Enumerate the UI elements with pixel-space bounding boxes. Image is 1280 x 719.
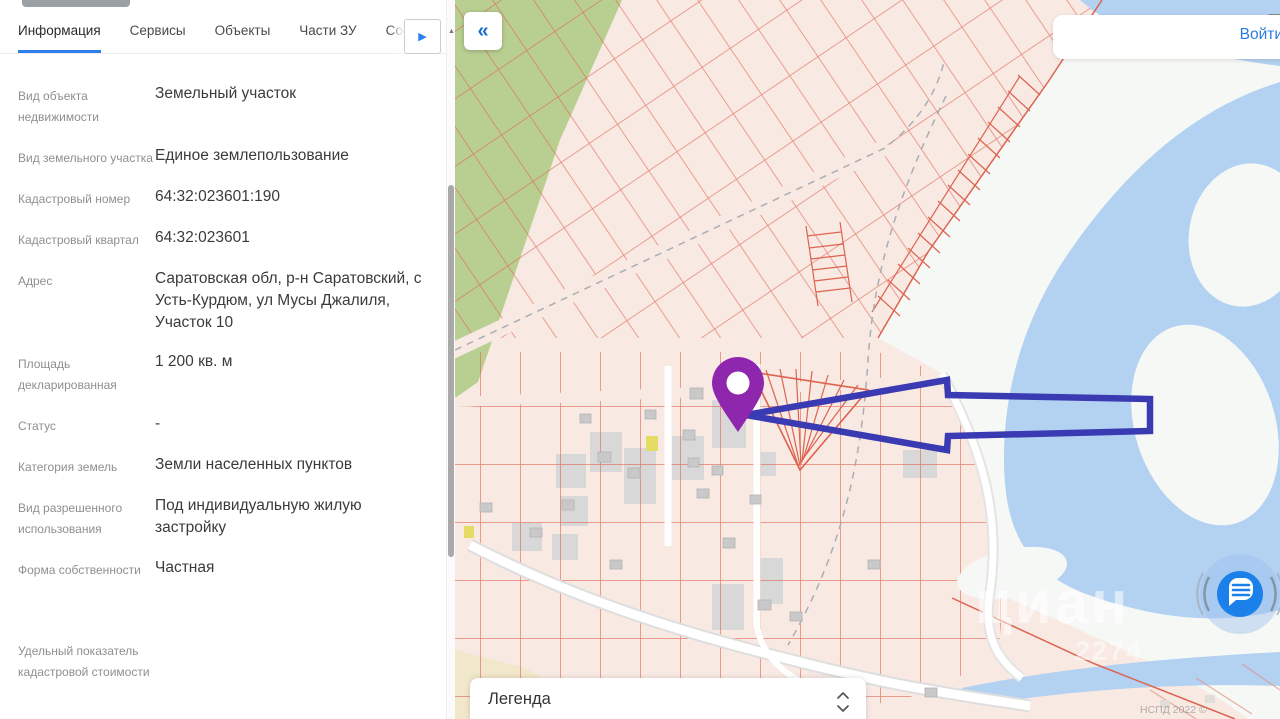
field-row-parcel-type: Вид земельного участка Единое землепольз… <box>18 145 425 169</box>
collapse-panel-button[interactable]: « <box>464 12 502 50</box>
field-value: 64:32:023601 <box>155 227 425 251</box>
map-attribution: НСПД 2022 © <box>1140 704 1207 716</box>
search-login-bar[interactable]: Войти <box>1053 15 1280 59</box>
more-tabs-button[interactable]: ▶ <box>404 19 441 54</box>
field-label: Адрес <box>18 268 155 334</box>
field-row-permitted-use: Вид разрешенного использования Под индив… <box>18 495 425 540</box>
field-value: Единое землепользование <box>155 145 425 169</box>
tab-objects[interactable]: Объекты <box>215 0 271 53</box>
field-list: Вид объекта недвижимости Земельный участ… <box>0 54 455 683</box>
field-row-ownership-form: Форма собственности Частная <box>18 557 425 581</box>
field-row-land-category: Категория земель Земли населенных пункто… <box>18 454 425 478</box>
chevron-right-icon: ▶ <box>418 30 426 43</box>
field-value: 1 200 кв. м <box>155 351 425 396</box>
field-label: Площадь декларированная <box>18 351 155 396</box>
cadastral-map-app: Информация Сервисы Объекты Части ЗУ Сост… <box>0 0 1280 719</box>
tab-information[interactable]: Информация <box>18 0 101 53</box>
field-row-object-type: Вид объекта недвижимости Земельный участ… <box>18 83 425 128</box>
field-row-specific-cadastral-value: Удельный показатель кадастровой стоимост… <box>18 638 425 683</box>
field-row-cadastral-number: Кадастровый номер 64:32:023601:190 <box>18 186 425 210</box>
legend-expand-icon[interactable] <box>836 691 850 718</box>
chat-bubble-icon <box>1195 549 1280 639</box>
property-info-panel: Информация Сервисы Объекты Части ЗУ Сост… <box>0 0 455 719</box>
field-value <box>155 638 425 683</box>
chat-button[interactable] <box>1195 549 1280 639</box>
scrollbar-thumb[interactable] <box>448 185 454 557</box>
field-value: Под индивидуальную жилую застройку <box>155 495 425 540</box>
legend-bar[interactable]: Легенда <box>470 678 866 719</box>
field-row-declared-area: Площадь декларированная 1 200 кв. м <box>18 351 425 396</box>
field-label: Вид разрешенного использования <box>18 495 155 540</box>
tab-parcel-parts[interactable]: Части ЗУ <box>299 0 356 53</box>
field-label: Вид земельного участка <box>18 145 155 169</box>
field-label: Форма собственности <box>18 557 155 581</box>
map[interactable]: « Войти циан 2274 НСПД 2022 © Легенда <box>455 0 1280 719</box>
double-chevron-left-icon: « <box>477 20 488 43</box>
field-label: Удельный показатель кадастровой стоимост… <box>18 638 155 683</box>
login-link[interactable]: Войти <box>1240 26 1280 44</box>
scroll-up-icon[interactable]: ▲ <box>447 28 456 35</box>
field-value: Земли населенных пунктов <box>155 454 425 478</box>
field-row-cadastral-block: Кадастровый квартал 64:32:023601 <box>18 227 425 251</box>
map-canvas <box>455 0 1280 719</box>
field-label: Кадастровый номер <box>18 186 155 210</box>
field-value: 64:32:023601:190 <box>155 186 425 210</box>
tab-services[interactable]: Сервисы <box>130 0 186 53</box>
field-value: - <box>155 413 425 437</box>
field-label: Кадастровый квартал <box>18 227 155 251</box>
field-row-status: Статус - <box>18 413 425 437</box>
field-value: Саратовская обл, р-н Саратовский, с Усть… <box>155 268 425 334</box>
field-value: Частная <box>155 557 425 581</box>
field-row-address: Адрес Саратовская обл, р-н Саратовский, … <box>18 268 425 334</box>
tab-bar: Информация Сервисы Объекты Части ЗУ Сост… <box>0 0 446 54</box>
field-label: Статус <box>18 413 155 437</box>
field-label: Категория земель <box>18 454 155 478</box>
field-value: Земельный участок <box>155 83 425 128</box>
sidebar-scrollbar[interactable]: ▲ <box>446 0 455 719</box>
legend-title: Легенда <box>488 690 551 708</box>
field-label: Вид объекта недвижимости <box>18 83 155 128</box>
